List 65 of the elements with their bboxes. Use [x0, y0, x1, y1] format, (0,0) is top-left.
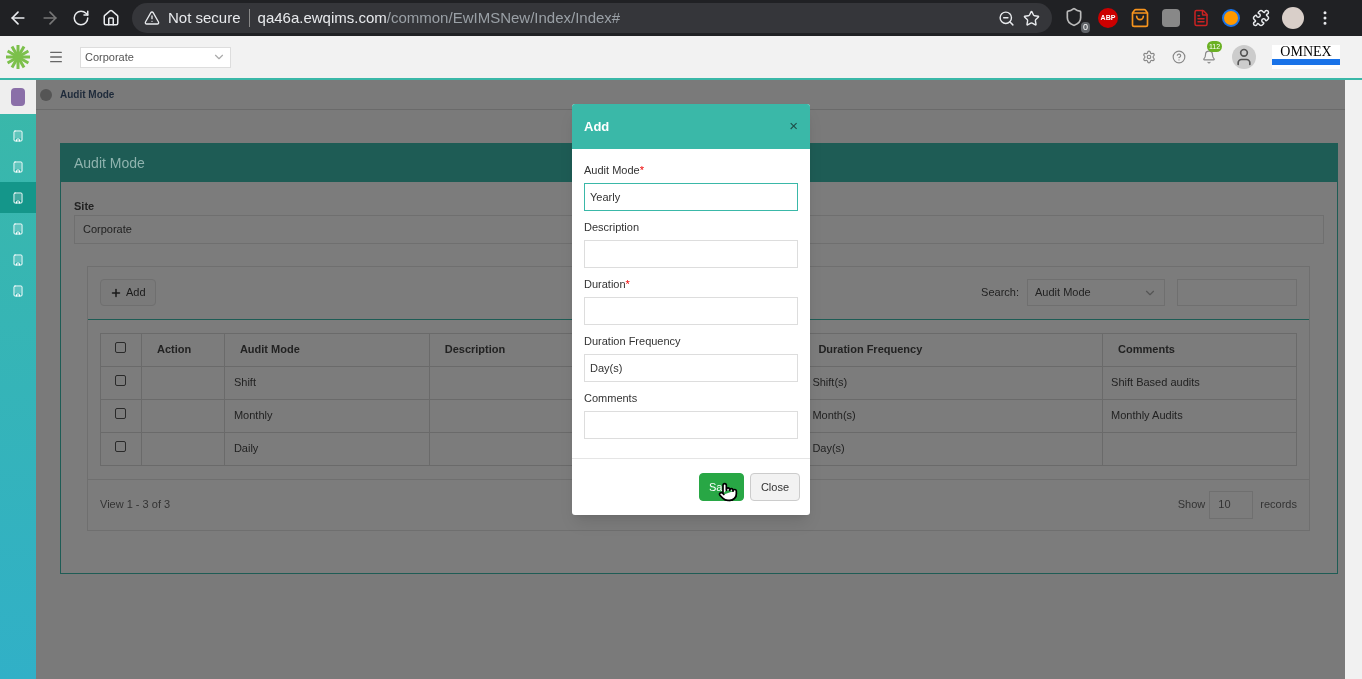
- input-field[interactable]: [584, 240, 798, 268]
- input-field[interactable]: [584, 297, 798, 325]
- help-icon[interactable]: [1172, 50, 1186, 64]
- company-logo: OMNEX: [1272, 45, 1340, 69]
- page-size-field[interactable]: 10: [1209, 490, 1254, 519]
- field-label: Audit Mode*: [584, 163, 645, 177]
- column-header: Audit Mode: [224, 333, 430, 366]
- field-label: Description: [584, 220, 641, 234]
- shield-icon[interactable]: [1064, 7, 1084, 27]
- scrollbar[interactable]: [1345, 80, 1362, 679]
- panel-title: Audit Mode: [74, 153, 145, 173]
- input-field[interactable]: Yearly: [584, 183, 798, 211]
- address-bar[interactable]: Not secure qa46a.ewqims.com/common/EwIMSNew/Index/Index#: [132, 3, 1052, 33]
- user-avatar[interactable]: [1232, 45, 1256, 69]
- warning-icon: [144, 10, 160, 26]
- column-header: Comments: [1102, 333, 1297, 366]
- field-label: Comments: [584, 391, 639, 405]
- checkbox[interactable]: [115, 342, 127, 354]
- extension-icon[interactable]: [1162, 9, 1180, 27]
- input-field[interactable]: Day(s): [584, 354, 798, 382]
- home-icon[interactable]: [102, 9, 120, 27]
- column-header: Action: [141, 333, 225, 366]
- shopping-bag-icon[interactable]: [1130, 8, 1150, 28]
- reload-icon[interactable]: [72, 9, 90, 27]
- module-icon-tile[interactable]: [0, 80, 36, 114]
- pager-info: View 1 - 3 of 3: [100, 497, 171, 513]
- plus-icon: [110, 286, 122, 299]
- security-label: Not secure: [168, 7, 241, 28]
- field-label: Duration*: [584, 277, 631, 291]
- show-label: Show: [1177, 497, 1206, 513]
- breadcrumb-item: Audit Mode: [60, 88, 115, 102]
- checkbox[interactable]: [115, 375, 127, 387]
- zoom-out-icon[interactable]: [998, 9, 1015, 27]
- extension-badge: 0: [1081, 22, 1090, 33]
- notification-bell-icon[interactable]: [1202, 50, 1216, 64]
- sidebar-item[interactable]: [0, 182, 36, 213]
- site-select[interactable]: Corporate: [80, 46, 231, 68]
- url-text: qa46a.ewqims.com/common/EwIMSNew/Index/Index#: [257, 7, 621, 28]
- building-icon: [12, 129, 24, 142]
- input-field[interactable]: [584, 411, 798, 439]
- table-cell: Daily: [224, 432, 430, 465]
- dialog-button[interactable]: Close: [749, 473, 800, 501]
- dialog-title: Add: [584, 117, 610, 136]
- checkbox[interactable]: [115, 408, 127, 420]
- building-icon: [12, 191, 24, 204]
- search-column-select[interactable]: Audit Mode: [1027, 279, 1165, 306]
- profile-avatar[interactable]: [1282, 7, 1304, 29]
- search-label: Search:: [981, 285, 1019, 301]
- records-label: records: [1260, 497, 1297, 513]
- add-button[interactable]: Add: [100, 279, 156, 306]
- building-icon: [12, 222, 24, 235]
- checkbox[interactable]: [115, 441, 127, 453]
- extensions-icon[interactable]: [1252, 9, 1270, 27]
- building-icon: [12, 284, 24, 297]
- settings-icon[interactable]: [1142, 50, 1156, 64]
- table-cell: Shift: [224, 366, 430, 399]
- document-icon[interactable]: [1192, 9, 1210, 27]
- table-cell: Monthly Audits: [1102, 399, 1297, 432]
- building-icon: [12, 253, 24, 266]
- table-cell: Monthly: [224, 399, 430, 432]
- building-icon: [12, 160, 24, 173]
- bookmark-star-icon[interactable]: [1023, 9, 1040, 27]
- logo-icon: [4, 43, 32, 71]
- close-button[interactable]: ×: [789, 115, 798, 138]
- table-cell: Shift Based audits: [1102, 366, 1297, 399]
